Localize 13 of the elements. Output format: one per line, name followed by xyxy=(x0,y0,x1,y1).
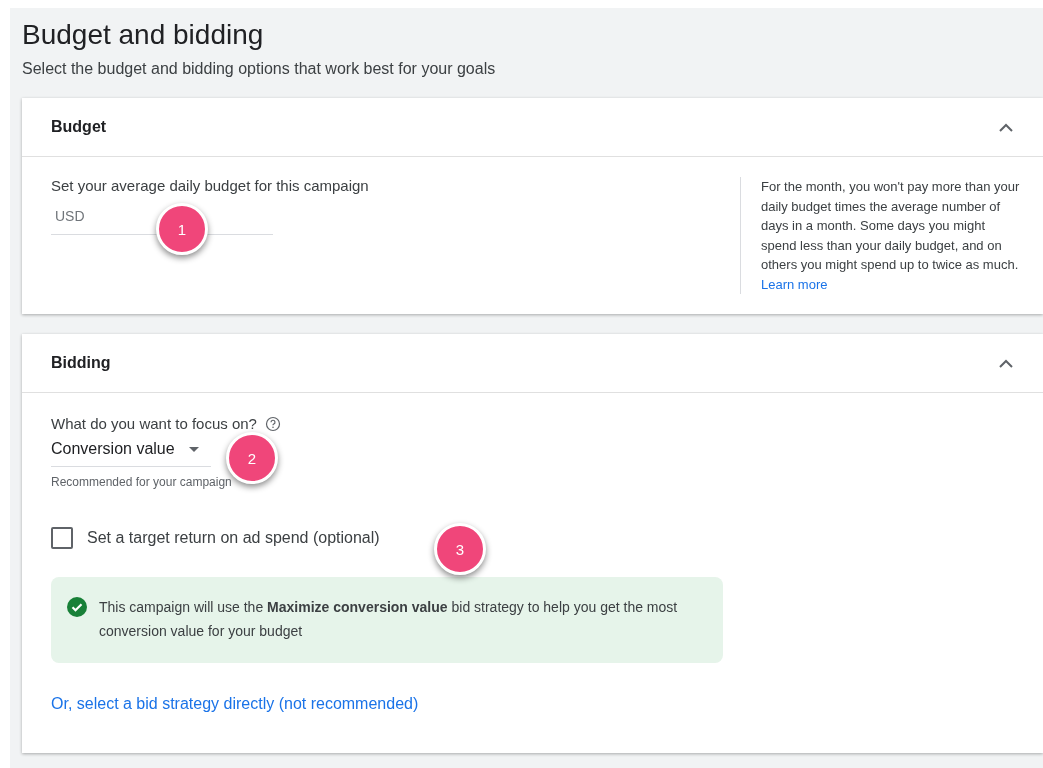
focus-dropdown[interactable]: Conversion value xyxy=(51,432,211,467)
callout-marker: 3 xyxy=(434,523,486,575)
help-text: For the month, you won't pay more than your daily budget times the average number of days in a month. Some days you might spend less than your daily budget, and on others you might spend up to twice as much. Learn more xyxy=(740,177,1043,294)
page-title: Budget and bidding xyxy=(22,18,265,52)
section-title: Budget xyxy=(51,118,107,136)
page-subtitle: Select the budget and bidding options that work best for your goals xyxy=(22,60,497,78)
learn-more-link[interactable]: Learn more xyxy=(761,276,828,292)
notice-text: This campaign will use the Maximize conversion value bid strategy to help you get the most conversion value for your budget xyxy=(99,598,679,641)
question-label: What do you want to focus on? xyxy=(51,415,257,432)
section-title: Bidding xyxy=(51,354,111,372)
field-label: Set your average daily budget for this campaign xyxy=(51,177,370,194)
callout-marker: 1 xyxy=(156,203,208,255)
bid-strategy-link[interactable]: Or, select a bid strategy directly (not recommended) xyxy=(51,695,419,713)
